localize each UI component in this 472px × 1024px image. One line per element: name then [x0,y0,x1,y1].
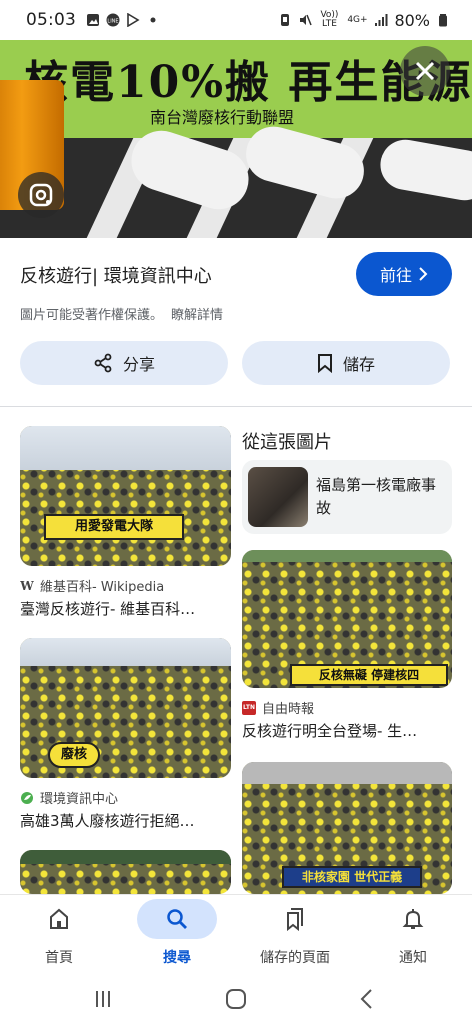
nfc-icon [281,14,290,26]
result-image-partial[interactable] [20,850,231,894]
close-icon [415,61,435,81]
section-title: 從這張圖片 [242,432,332,453]
chevron-right-icon [419,267,428,281]
recent-apps-icon[interactable] [88,984,118,1014]
save-button[interactable]: 儲存 [242,341,450,385]
volte-label: Vo)) LTE [320,10,339,29]
status-right: Vo)) LTE 4G+ 80% [278,11,450,30]
nav-notifications[interactable]: 通知 [354,895,472,976]
search-icon [167,909,187,929]
notification-icons: LINE [86,13,160,27]
related-thumbnail [248,467,308,527]
gallery-icon [87,14,99,26]
nav-label: 首頁 [45,950,73,966]
nav-saved[interactable]: 儲存的頁面 [236,895,354,976]
network-label: 4G+ [347,14,368,25]
result-caption[interactable]: 高雄3萬人廢核遊行拒絕… [20,810,232,831]
visit-label: 前往 [379,266,412,285]
page-title[interactable]: 反核遊行| 環境資訊中心 [20,262,212,288]
line-app-icon: LINE [106,13,120,27]
hero-image[interactable]: 核電10%搬 再生能源來 南台灣廢核行動聯盟 [0,40,472,238]
protest-sign: 非核家園 世代正義 [282,866,422,888]
saved-pages-icon [287,908,303,931]
result-image-ltn[interactable]: 反核無礙 停建核四 [242,550,452,688]
source-name: 自由時報 [262,702,315,717]
learn-more-link[interactable]: 瞭解詳情 [171,308,223,323]
banner-subtext: 南台灣廢核行動聯盟 [150,108,295,127]
share-icon [94,353,112,373]
dot-icon [150,17,156,23]
system-navigation [0,976,472,1024]
sky [20,426,231,470]
save-label: 儲存 [342,355,375,374]
sky [242,762,452,784]
nav-label: 儲存的頁面 [260,950,330,966]
source-name: 維基百科- Wikipedia [40,580,165,595]
back-icon[interactable] [352,984,382,1014]
bookmark-icon [317,354,332,373]
nav-label: 通知 [399,950,427,966]
visit-button[interactable]: 前往 [356,252,452,296]
play-store-icon [127,13,140,27]
result-caption[interactable]: 臺灣反核遊行- 維基百科… [20,598,232,619]
copyright-note: 圖片可能受著作權保護。 瞭解詳情 [20,304,223,323]
sky [20,638,231,666]
share-button[interactable]: 分享 [20,341,228,385]
result-image-wikipedia[interactable]: 用愛發電大隊 [20,426,231,566]
nav-search[interactable]: 搜尋 [118,895,236,976]
result-image-eic[interactable]: 廢核 [20,638,231,778]
home-icon [50,908,68,929]
status-time: 05:03 [26,10,76,30]
copyright-text: 圖片可能受著作權保護。 [20,308,164,323]
lens-button[interactable] [18,172,64,218]
sky [242,550,452,562]
related-topic-text: 福島第一核電廠事故 [316,476,437,517]
battery-percent: 80% [394,10,430,30]
google-lens-icon [29,183,53,207]
bell-icon [402,909,424,929]
result-source: W 維基百科- Wikipedia [20,576,165,596]
close-button[interactable] [400,46,450,96]
signal-icon [375,14,388,26]
wikipedia-icon: W [20,578,34,593]
mute-icon [300,14,313,26]
protest-sign: 反核無礙 停建核四 [290,664,448,686]
result-caption[interactable]: 反核遊行明全台登場- 生… [242,720,454,741]
share-label: 分享 [122,355,155,374]
protest-sign: 用愛發電大隊 [44,514,184,540]
source-name: 環境資訊中心 [40,792,119,807]
eic-leaf-icon [21,791,33,804]
sky [20,850,231,864]
result-image-march[interactable]: 非核家園 世代正義 [242,762,452,894]
protest-sign: 廢核 [48,742,100,768]
nav-label: 搜尋 [163,950,191,966]
svg-text:LINE: LINE [107,19,118,25]
related-topic-card[interactable]: 福島第一核電廠事故 [242,460,452,534]
battery-icon [439,14,447,27]
status-bar: 05:03 LINE Vo)) LTE 4G+ 80% [0,0,472,40]
divider [0,406,472,407]
bottom-navigation: 首頁 搜尋 儲存的頁面 通知 [0,894,472,976]
ltn-logo-icon: LTN [242,700,256,715]
nav-home[interactable]: 首頁 [0,895,118,976]
home-button-icon[interactable] [221,984,251,1014]
result-source: 環境資訊中心 [20,788,118,807]
result-source: LTN 自由時報 [242,698,314,717]
